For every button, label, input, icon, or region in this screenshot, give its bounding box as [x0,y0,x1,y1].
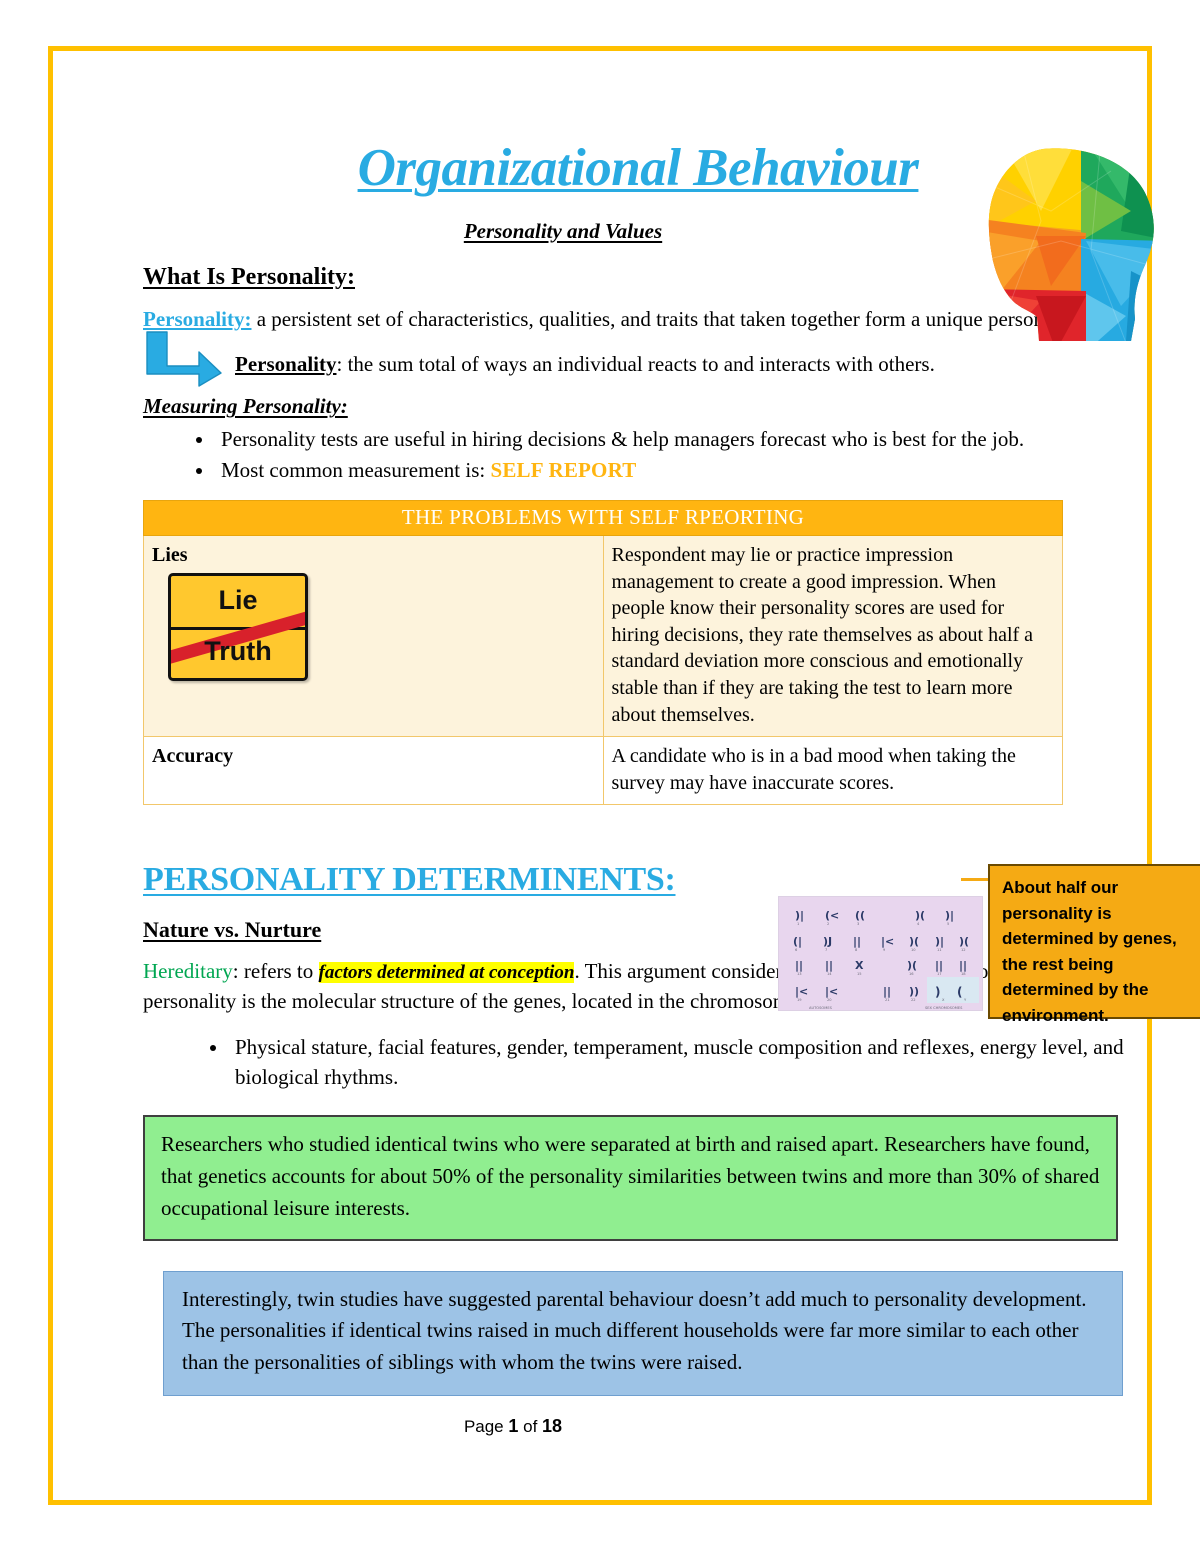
karyotype-svg: )| (<(( )()| (|)J || |<)()|)( || || X )(|| ||… [779,897,982,1010]
personality-sum-total-line: Personality: the sum total of ways an in… [235,352,935,377]
svg-text:14: 14 [827,972,832,976]
self-report-emphasis: SELF REPORT [490,458,637,483]
svg-text:20: 20 [827,998,832,1002]
table-header-row: THE PROBLEMS WITH SELF RPEORTING [143,500,1063,537]
page-border: Organizational Behaviour Personality and… [48,46,1200,1505]
page-title: Organizational Behaviour [357,139,919,197]
svg-text:10: 10 [911,948,916,952]
svg-text:||: || [883,985,891,998]
svg-text:AUTOSOMES: AUTOSOMES [809,1006,833,1010]
svg-text:||: || [825,959,833,972]
svg-text:|<: |< [825,985,838,998]
svg-text:22: 22 [911,998,916,1002]
svg-text:5: 5 [947,922,949,926]
arrow-callout-row: Personality: the sum total of ways an in… [143,331,1163,388]
personality-definition-text: a persistent set of characteristics, qua… [251,306,1050,331]
svg-text:||: || [795,959,803,972]
svg-text:)(: )( [915,909,925,922]
green-highlight-box: Researchers who studied identical twins … [143,1114,1118,1241]
page-footer: Page 1 of 18 [143,1416,1163,1437]
svg-text:11: 11 [937,948,942,952]
table-cell-body-accuracy: A candidate who is in a bad mood when ta… [602,736,1063,806]
svg-text:)J: )J [823,935,832,948]
lie-truth-road-sign-icon: Lie Truth [168,572,308,681]
personality-definition-paragraph: Personality: a persistent set of charact… [143,305,1163,335]
table-row: Accuracy A candidate who is in a bad moo… [143,736,1063,806]
svg-text:15: 15 [857,972,862,976]
svg-text:|<: |< [881,935,894,948]
svg-text:): ) [935,985,940,999]
svg-text:)|: )| [935,935,944,948]
hereditary-term: Hereditary [143,959,233,984]
svg-text:)(: )( [909,935,919,948]
list-item: Most common measurement is: SELF REPORT [215,456,1163,486]
svg-text:7: 7 [825,948,827,952]
lies-label: Lies [152,544,188,567]
table-title: THE PROBLEMS WITH SELF RPEORTING [143,500,1063,537]
karyotype-chromosomes-image: )| (<(( )()| (|)J || |<)()|)( || || X )(|| ||… [778,896,983,1011]
svg-text:21: 21 [885,998,890,1002]
problems-with-self-reporting-table: THE PROBLEMS WITH SELF RPEORTING Lies Li… [143,500,1063,806]
heading-measuring-personality: Measuring Personality: [143,394,348,419]
blue-highlight-box: Interestingly, twin studies have suggest… [163,1270,1123,1397]
table-row: Lies Lie Truth Respondent may lie or pra… [143,535,1063,738]
heading-what-is-personality: What Is Personality: [143,263,355,290]
page-subtitle: Personality and Values [463,218,663,243]
table-cell-label-accuracy: Accuracy [143,736,604,806]
footer-page-number: 1 [508,1416,519,1437]
svg-text:2: 2 [827,922,829,926]
svg-text:18: 18 [961,972,966,976]
measuring-bullet-list: Personality tests are useful in hiring d… [143,425,1163,486]
svg-text:(|: (| [793,935,802,948]
table-cell-label-lies: Lies Lie Truth [143,535,604,738]
svg-text:13: 13 [797,972,802,976]
svg-text:(: ( [957,985,962,999]
svg-text:)(: )( [959,935,969,948]
personality-sum-total-text: : the sum total of ways an individual re… [336,352,935,377]
callout-connector-line [961,878,991,881]
svg-text:((: (( [855,909,865,922]
footer-middle: of [518,1417,543,1437]
table-cell-body-lies: Respondent may lie or practice impressio… [602,535,1063,738]
footer-total-pages: 18 [542,1416,563,1437]
svg-text:|<: |< [795,985,808,998]
sign-bottom-text: Truth [204,636,272,667]
personality-term: Personality: [143,306,252,331]
list-item: Physical stature, facial features, gende… [229,1033,1163,1093]
callout-box-genes: About half our personality is determined… [988,864,1200,1025]
hereditary-mid-text: : refers to [232,959,319,984]
personality-term-2: Personality [235,352,337,377]
document-content: Organizational Behaviour Personality and… [143,139,1200,1516]
svg-text:16: 16 [909,972,914,976]
svg-text:(<: (< [825,909,839,922]
bent-right-arrow-icon [146,331,222,388]
svg-text:1: 1 [797,922,799,926]
footer-prefix: Page [463,1417,509,1437]
svg-text:)|: )| [795,909,804,922]
hereditary-bullet-list: Physical stature, facial features, gende… [143,1033,1163,1093]
svg-text:19: 19 [797,998,802,1002]
svg-text:)): )) [909,985,919,998]
svg-text:17: 17 [937,972,942,976]
svg-text:)|: )| [945,909,954,922]
most-common-measurement-text: Most common measurement is: [221,458,491,483]
svg-text:12: 12 [961,948,966,952]
hereditary-highlighted-text: factors determined at conception [318,962,575,984]
svg-text:SEX CHROMOSOMES: SEX CHROMOSOMES [925,1006,963,1010]
svg-text:||: || [959,959,967,972]
svg-text:3: 3 [857,922,859,926]
svg-text:||: || [935,959,943,972]
svg-text:)(: )( [907,959,917,972]
list-item: Personality tests are useful in hiring d… [215,425,1163,455]
svg-text:||: || [853,935,861,948]
svg-text:X: X [855,959,864,972]
